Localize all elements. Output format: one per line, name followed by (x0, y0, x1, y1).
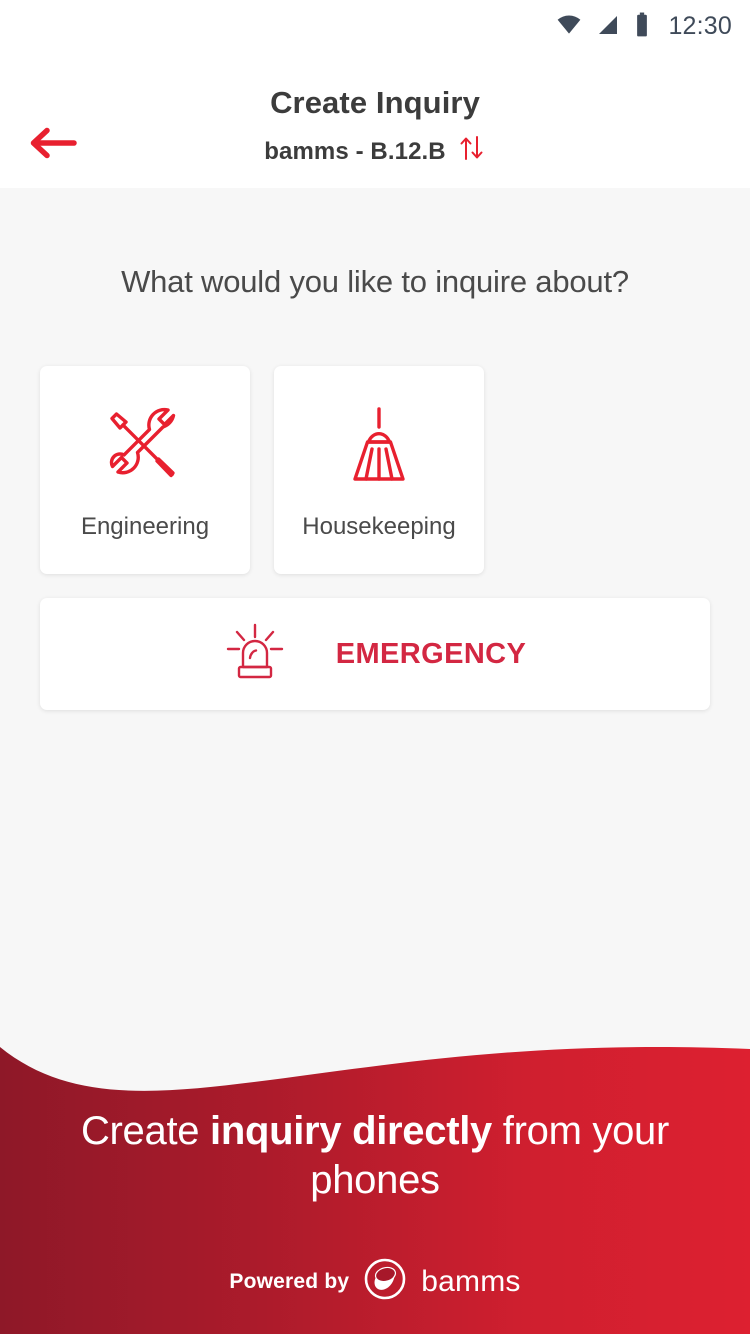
page-title: Create Inquiry (270, 85, 480, 120)
category-card-housekeeping[interactable]: Housekeeping (274, 366, 484, 574)
banner-headline: Create inquiry directly from your phones (65, 1107, 685, 1205)
banner-headline-bold: inquiry directly (210, 1109, 492, 1154)
cellular-signal-icon (596, 13, 620, 42)
status-bar: 12:30 (0, 0, 750, 54)
inquiry-question: What would you like to inquire about? (121, 264, 629, 299)
wifi-icon (556, 12, 582, 43)
category-list: Engineering Housekeeping (0, 366, 750, 574)
brand-label: bamms (421, 1264, 521, 1298)
main-content: What would you like to inquire about? En… (0, 264, 750, 710)
arrow-left-icon (27, 126, 77, 165)
app-bar: Create Inquiry bamms - B.12.B (0, 54, 750, 188)
category-label: Engineering (80, 513, 210, 540)
category-card-engineering[interactable]: Engineering (40, 366, 250, 574)
status-bar-time: 12:30 (668, 11, 732, 40)
tools-icon (99, 399, 191, 495)
swap-location-button[interactable] (458, 133, 486, 171)
back-button[interactable] (22, 120, 82, 170)
category-label: Housekeeping (302, 513, 456, 540)
app-bar-subtitle-row: bamms - B.12.B (0, 133, 750, 171)
powered-by-label: Powered by (229, 1269, 350, 1293)
banner-content: Create inquiry directly from your phones… (0, 1014, 750, 1334)
siren-icon (224, 623, 286, 686)
location-label: bamms - B.12.B (264, 138, 446, 166)
promo-banner: Create inquiry directly from your phones… (0, 1014, 750, 1334)
emergency-button[interactable]: EMERGENCY (40, 598, 710, 710)
powered-by-row: Powered by bamms (229, 1257, 520, 1306)
bamms-logo-icon (363, 1257, 407, 1306)
broom-icon (333, 399, 425, 495)
banner-headline-part1: Create (80, 1109, 211, 1154)
swap-vertical-icon (458, 133, 486, 168)
battery-icon (634, 12, 650, 43)
emergency-label: EMERGENCY (335, 637, 527, 670)
